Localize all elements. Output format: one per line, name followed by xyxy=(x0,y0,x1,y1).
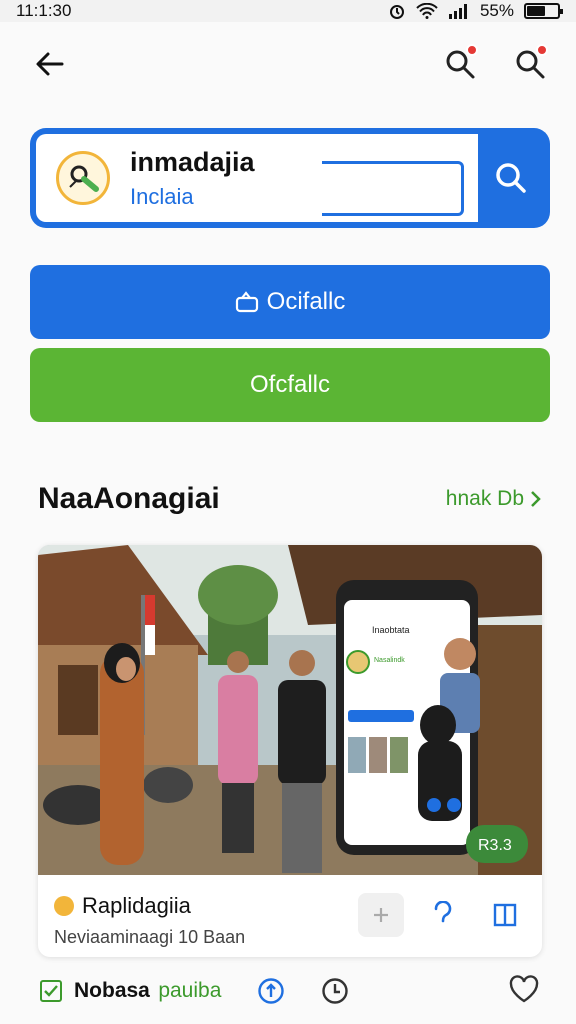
check-icon xyxy=(44,985,58,997)
secondary-button[interactable]: Ofcfallc xyxy=(30,348,550,422)
phone-profile-name: Nasalindk xyxy=(374,657,405,664)
search-input[interactable]: inmadajia Inclaia xyxy=(36,134,478,222)
app-logo xyxy=(56,151,110,205)
search-field-outline xyxy=(322,161,464,216)
magnifier-logo-icon xyxy=(69,165,99,192)
search-card[interactable]: inmadajia Inclaia xyxy=(30,128,550,228)
phone-app-title: Inaobtata xyxy=(372,625,410,635)
bag-icon xyxy=(235,291,258,313)
status-time: 11:1:30 xyxy=(16,1,72,20)
help-button[interactable] xyxy=(420,893,466,937)
bottom-left[interactable]: Nobasa pauiba xyxy=(40,979,221,1003)
heart-icon xyxy=(509,974,539,1002)
back-button[interactable] xyxy=(28,42,72,86)
wifi-icon xyxy=(416,3,438,19)
bottom-action-bar: Nobasa pauiba xyxy=(40,970,540,1012)
post-photo[interactable]: Inaobtata Nasalindk R3.3 xyxy=(38,545,542,875)
book-icon xyxy=(493,903,517,927)
arrow-left-icon xyxy=(36,52,64,76)
notification-dot xyxy=(536,44,548,56)
bottom-icons xyxy=(257,977,349,1005)
search-submit-button[interactable] xyxy=(478,134,544,222)
notification-dot xyxy=(466,44,478,56)
section-header: NaaAonagiai hnak Db xyxy=(38,482,542,516)
checkbox[interactable] xyxy=(40,980,62,1002)
post-card[interactable]: Inaobtata Nasalindk R3.3 Raplidagiia Nev… xyxy=(38,545,542,957)
chevron-right-icon xyxy=(531,491,541,507)
battery-icon xyxy=(524,3,563,19)
battery-fill xyxy=(527,6,545,16)
search-title: inmadajia xyxy=(130,146,255,177)
post-actions xyxy=(358,893,528,937)
section-link-label: hnak Db xyxy=(445,487,524,510)
status-bar: 11:1:30 55% xyxy=(0,0,576,22)
battery-percent: 55% xyxy=(479,1,514,20)
section-title: NaaAonagiai xyxy=(38,482,220,515)
primary-button-label: Ocifallc xyxy=(266,288,346,315)
status-icons: 55% xyxy=(388,1,563,21)
question-icon xyxy=(434,901,452,923)
bookmark-button[interactable] xyxy=(482,893,528,937)
search-icon xyxy=(496,163,526,193)
search-subtitle: Inclaia xyxy=(130,183,194,209)
info-circle-icon[interactable] xyxy=(257,977,285,1005)
user-avatar xyxy=(54,896,74,916)
like-button[interactable] xyxy=(508,974,540,1008)
signal-icon xyxy=(448,4,467,19)
section-see-all-link[interactable]: hnak Db xyxy=(446,487,542,511)
search-texts: inmadajia Inclaia xyxy=(130,147,255,210)
bottom-label: Nobasa xyxy=(74,979,150,1002)
add-button[interactable] xyxy=(358,893,404,937)
search-button[interactable] xyxy=(438,42,482,86)
secondary-button-label: Ofcfallc xyxy=(249,371,330,398)
alarm-icon xyxy=(389,5,404,19)
clock-icon[interactable] xyxy=(321,977,349,1005)
post-author: Raplidagiia xyxy=(82,893,191,918)
search-alt-button[interactable] xyxy=(508,42,552,86)
bottom-label-secondary: pauiba xyxy=(158,979,222,1002)
top-app-bar xyxy=(0,22,576,106)
primary-button[interactable]: Ocifallc xyxy=(30,265,550,339)
plus-icon xyxy=(374,908,388,922)
post-footer: Raplidagiia Neviaaminaagi 10 Baan xyxy=(38,875,542,957)
phone-badge: R3.3 xyxy=(478,837,512,854)
top-actions xyxy=(438,42,552,86)
